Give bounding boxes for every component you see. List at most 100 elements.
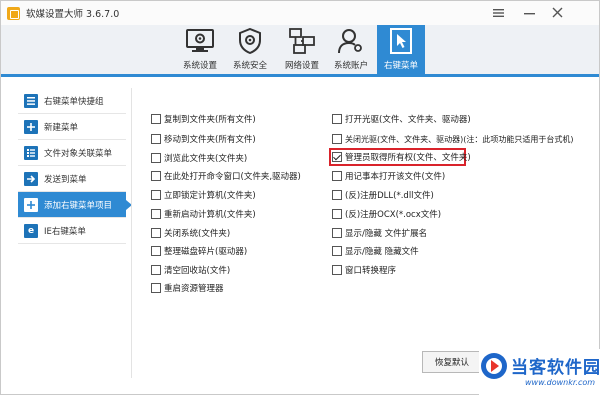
- checkbox[interactable]: [151, 134, 161, 144]
- option-defrag[interactable]: 整理磁盘碎片(驱动器): [151, 244, 247, 258]
- checkbox[interactable]: [332, 209, 342, 219]
- watermark-name: 当客软件园: [511, 358, 600, 378]
- app-logo-icon: [7, 6, 20, 20]
- checkbox[interactable]: [151, 228, 161, 238]
- tab-system-security[interactable]: 系统安全: [226, 25, 274, 74]
- tab-label: 系统账户: [333, 61, 368, 71]
- checkbox[interactable]: [332, 190, 342, 200]
- option-shutdown[interactable]: 关闭系统(文件夹): [151, 226, 230, 240]
- option-open-cdrom[interactable]: 打开光驱(文件、文件夹、驱动器): [332, 112, 471, 126]
- sidebar: 右键菜单快捷组 新建菜单 文件对象关联菜单 发送到菜单 添加右键菜单项目 e I…: [18, 88, 132, 244]
- checkbox[interactable]: [151, 153, 161, 163]
- option-toggle-hidden-files[interactable]: 显示/隐藏 隐藏文件: [332, 244, 419, 258]
- sidebar-item-file-assoc[interactable]: 文件对象关联菜单: [18, 140, 126, 166]
- option-take-ownership[interactable]: 管理员取得所有权(文件、文件夹): [332, 150, 471, 164]
- tab-system-account[interactable]: 系统账户: [327, 25, 375, 74]
- menu-icon[interactable]: [488, 4, 508, 21]
- option-register-dll[interactable]: (反)注册DLL(*.dll文件): [332, 188, 434, 202]
- sidebar-item-label: 文件对象关联菜单: [44, 148, 113, 159]
- option-close-cdrom[interactable]: 关闭光驱(文件、文件夹、驱动器)(注：此项功能只适用于台式机): [332, 132, 573, 146]
- checkbox[interactable]: [332, 152, 342, 162]
- option-window-switcher[interactable]: 窗口转换程序: [332, 263, 396, 277]
- option-browse-folder[interactable]: 浏览此文件夹(文件夹): [151, 151, 247, 165]
- option-label: 在此处打开命令窗口(文件夹,驱动器): [164, 172, 301, 182]
- option-label: (反)注册OCX(*.ocx文件): [345, 210, 442, 220]
- option-copy-to-folder[interactable]: 复制到文件夹(所有文件): [151, 112, 256, 126]
- checkbox[interactable]: [151, 114, 161, 124]
- option-label: 重新启动计算机(文件夹): [164, 210, 256, 220]
- checkbox[interactable]: [332, 265, 342, 275]
- option-restart-computer[interactable]: 重新启动计算机(文件夹): [151, 207, 256, 221]
- tab-label: 系统设置: [182, 61, 217, 71]
- sidebar-item-send-to[interactable]: 发送到菜单: [18, 166, 126, 192]
- checkbox[interactable]: [151, 283, 161, 293]
- option-label: 用记事本打开该文件(文件): [345, 172, 446, 182]
- sidebar-item-new-menu[interactable]: 新建菜单: [18, 114, 126, 140]
- checkbox[interactable]: [151, 190, 161, 200]
- option-register-ocx[interactable]: (反)注册OCX(*.ocx文件): [332, 207, 441, 221]
- minimize-icon[interactable]: [519, 4, 539, 21]
- network-icon: [287, 28, 317, 54]
- title-bar: 软媒设置大师 3.6.7.0: [1, 1, 599, 25]
- option-label: 关闭系统(文件夹): [164, 229, 231, 239]
- option-label: 窗口转换程序: [345, 266, 397, 276]
- checkbox[interactable]: [332, 228, 342, 238]
- checkbox[interactable]: [332, 246, 342, 256]
- monitor-gear-icon: [185, 28, 215, 54]
- option-open-cmd-here[interactable]: 在此处打开命令窗口(文件夹,驱动器): [151, 169, 301, 183]
- sidebar-item-label: 添加右键菜单项目: [44, 200, 113, 211]
- checkbox[interactable]: [332, 114, 342, 124]
- option-label: 移动到文件夹(所有文件): [164, 135, 256, 145]
- checkbox[interactable]: [151, 209, 161, 219]
- option-label: (反)注册DLL(*.dll文件): [345, 191, 434, 201]
- option-label: 清空回收站(文件): [164, 266, 231, 276]
- main-toolbar: 系统设置 系统安全 网络设置 系统账户 右键菜单: [1, 25, 599, 77]
- option-label: 打开光驱(文件、文件夹、驱动器): [345, 115, 471, 125]
- sidebar-item-add-context-item[interactable]: 添加右键菜单项目: [18, 192, 132, 218]
- cursor-click-icon: [386, 28, 416, 54]
- option-lock-computer[interactable]: 立即锁定计算机(文件夹): [151, 188, 256, 202]
- site-watermark: 当客软件园 www.downkr.com: [479, 349, 600, 395]
- checkbox[interactable]: [332, 134, 342, 144]
- watermark-url: www.downkr.com: [525, 378, 596, 387]
- tab-label: 系统安全: [232, 61, 267, 71]
- sidebar-divider: [131, 88, 132, 378]
- close-icon[interactable]: [547, 4, 567, 21]
- tab-context-menu[interactable]: 右键菜单: [377, 25, 425, 74]
- option-label: 管理员取得所有权(文件、文件夹): [345, 153, 471, 163]
- option-label: 整理磁盘碎片(驱动器): [164, 247, 248, 257]
- sidebar-item-label: IE右键菜单: [44, 226, 86, 237]
- sidebar-item-ie-menu[interactable]: e IE右键菜单: [18, 218, 126, 244]
- new-item-icon: [24, 119, 38, 134]
- tab-network-settings[interactable]: 网络设置: [278, 25, 326, 74]
- option-open-with-notepad[interactable]: 用记事本打开该文件(文件): [332, 169, 445, 183]
- checkbox[interactable]: [151, 171, 161, 181]
- tab-system-settings[interactable]: 系统设置: [176, 25, 224, 74]
- checkbox[interactable]: [151, 265, 161, 275]
- window-title: 软媒设置大师 3.6.7.0: [26, 9, 120, 20]
- user-account-icon: [336, 28, 366, 54]
- checkbox[interactable]: [151, 246, 161, 256]
- option-move-to-folder[interactable]: 移动到文件夹(所有文件): [151, 132, 256, 146]
- app-window: 软媒设置大师 3.6.7.0 系统设置 系统安全 网络设置 系统账户 右键菜单 …: [0, 0, 600, 395]
- list-icon: [24, 93, 38, 108]
- option-toggle-extensions[interactable]: 显示/隐藏 文件扩展名: [332, 226, 427, 240]
- tab-label: 右键菜单: [383, 61, 418, 71]
- restore-default-button[interactable]: 恢复默认: [422, 351, 482, 373]
- watermark-logo-icon: [479, 351, 509, 381]
- sidebar-item-label: 发送到菜单: [44, 174, 87, 185]
- checkbox[interactable]: [332, 171, 342, 181]
- option-label: 立即锁定计算机(文件夹): [164, 191, 256, 201]
- send-arrow-icon: [24, 171, 38, 186]
- option-empty-recycle[interactable]: 清空回收站(文件): [151, 263, 230, 277]
- option-label: 显示/隐藏 隐藏文件: [345, 247, 419, 257]
- sidebar-item-label: 右键菜单快捷组: [44, 96, 104, 107]
- option-label: 复制到文件夹(所有文件): [164, 115, 256, 125]
- option-label: 浏览此文件夹(文件夹): [164, 154, 248, 164]
- tab-label: 网络设置: [284, 61, 319, 71]
- sidebar-item-label: 新建菜单: [44, 122, 79, 133]
- sidebar-item-shortcut-group[interactable]: 右键菜单快捷组: [18, 88, 126, 114]
- option-label: 显示/隐藏 文件扩展名: [345, 229, 428, 239]
- add-item-icon: [24, 197, 38, 212]
- option-restart-explorer[interactable]: 重启资源管理器: [151, 281, 224, 295]
